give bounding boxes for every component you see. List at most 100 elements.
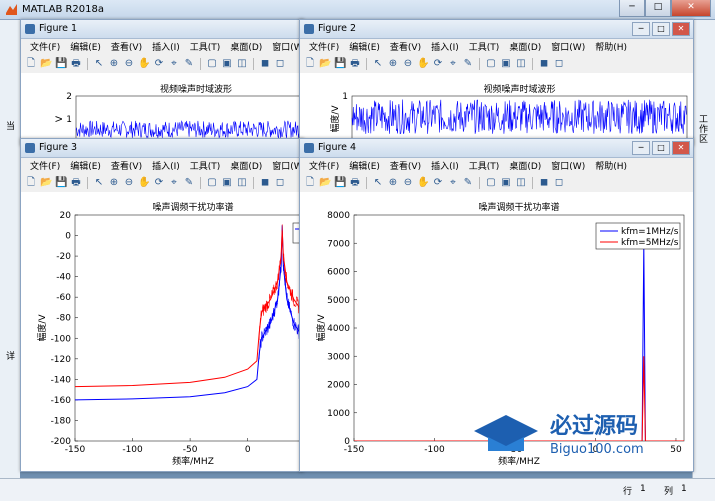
- zoom-in-icon[interactable]: ⊕: [108, 58, 120, 70]
- pan-icon[interactable]: ✋: [417, 58, 429, 70]
- menu-item[interactable]: 查看(V): [106, 40, 147, 53]
- figure-window-3[interactable]: Figure 3 文件(F) 编辑(E) 查看(V) 插入(I) 工具(T) 桌面(D) 窗…: [20, 138, 304, 472]
- zoom-out-icon[interactable]: ⊖: [402, 177, 414, 189]
- menu-item[interactable]: 编辑(E): [344, 40, 385, 53]
- save-icon[interactable]: 💾: [334, 177, 346, 189]
- hide-tools-icon[interactable]: ◼: [538, 58, 550, 70]
- show-tools-icon[interactable]: ◻: [274, 177, 286, 189]
- minimize-button[interactable]: ─: [632, 22, 650, 36]
- menu-item[interactable]: 编辑(E): [65, 159, 106, 172]
- close-button[interactable]: ✕: [672, 141, 690, 155]
- print-icon[interactable]: 🖶: [349, 177, 361, 189]
- rotate-icon[interactable]: ⟳: [432, 177, 444, 189]
- menu-item[interactable]: 插入(I): [147, 40, 185, 53]
- menu-item[interactable]: 插入(I): [426, 159, 464, 172]
- print-icon[interactable]: 🖶: [70, 58, 82, 70]
- zoom-in-icon[interactable]: ⊕: [387, 58, 399, 70]
- menu-item[interactable]: 插入(I): [426, 40, 464, 53]
- pan-icon[interactable]: ✋: [138, 177, 150, 189]
- menu-item[interactable]: 窗口(W): [546, 159, 590, 172]
- menu-item[interactable]: 工具(T): [185, 40, 226, 53]
- link-icon[interactable]: ▢: [206, 58, 218, 70]
- new-file-icon[interactable]: 🗋: [25, 58, 37, 70]
- menu-item[interactable]: 查看(V): [106, 159, 147, 172]
- hide-tools-icon[interactable]: ◼: [259, 177, 271, 189]
- new-file-icon[interactable]: 🗋: [304, 58, 316, 70]
- figure-window-1[interactable]: Figure 1 文件(F) 编辑(E) 查看(V) 插入(I) 工具(T) 桌面(D) 窗…: [20, 19, 304, 146]
- zoom-out-icon[interactable]: ⊖: [402, 58, 414, 70]
- maximize-button[interactable]: □: [652, 141, 670, 155]
- pointer-icon[interactable]: ↖: [372, 58, 384, 70]
- pan-icon[interactable]: ✋: [417, 177, 429, 189]
- save-icon[interactable]: 💾: [55, 58, 67, 70]
- brush-icon[interactable]: ✎: [462, 177, 474, 189]
- legend-icon[interactable]: ◫: [236, 58, 248, 70]
- open-folder-icon[interactable]: 📂: [40, 58, 52, 70]
- colorbar-icon[interactable]: ▣: [221, 177, 233, 189]
- menu-item[interactable]: 文件(F): [25, 40, 65, 53]
- link-icon[interactable]: ▢: [485, 177, 497, 189]
- open-folder-icon[interactable]: 📂: [40, 177, 52, 189]
- data-cursor-icon[interactable]: ⌖: [168, 58, 180, 70]
- data-cursor-icon[interactable]: ⌖: [447, 58, 459, 70]
- menu-item[interactable]: 工具(T): [464, 159, 505, 172]
- colorbar-icon[interactable]: ▣: [221, 58, 233, 70]
- colorbar-icon[interactable]: ▣: [500, 58, 512, 70]
- link-icon[interactable]: ▢: [485, 58, 497, 70]
- zoom-out-icon[interactable]: ⊖: [123, 58, 135, 70]
- link-icon[interactable]: ▢: [206, 177, 218, 189]
- new-file-icon[interactable]: 🗋: [304, 177, 316, 189]
- pointer-icon[interactable]: ↖: [93, 58, 105, 70]
- zoom-in-icon[interactable]: ⊕: [387, 177, 399, 189]
- pan-icon[interactable]: ✋: [138, 58, 150, 70]
- save-icon[interactable]: 💾: [334, 58, 346, 70]
- menu-item[interactable]: 编辑(E): [344, 159, 385, 172]
- rotate-icon[interactable]: ⟳: [432, 58, 444, 70]
- menu-item[interactable]: 桌面(D): [225, 40, 267, 53]
- menu-item[interactable]: 编辑(E): [65, 40, 106, 53]
- hide-tools-icon[interactable]: ◼: [259, 58, 271, 70]
- menu-item[interactable]: 桌面(D): [504, 40, 546, 53]
- show-tools-icon[interactable]: ◻: [274, 58, 286, 70]
- figure-window-2[interactable]: Figure 2 ─ □ ✕ 文件(F) 编辑(E) 查看(V) 插入(I) 工具(T) 桌面…: [299, 19, 694, 146]
- close-button[interactable]: ✕: [672, 22, 690, 36]
- menu-item[interactable]: 文件(F): [304, 40, 344, 53]
- zoom-in-icon[interactable]: ⊕: [108, 177, 120, 189]
- menu-item[interactable]: 工具(T): [185, 159, 226, 172]
- menu-item[interactable]: 桌面(D): [504, 159, 546, 172]
- zoom-out-icon[interactable]: ⊖: [123, 177, 135, 189]
- maximize-button[interactable]: □: [645, 0, 671, 17]
- rotate-icon[interactable]: ⟳: [153, 58, 165, 70]
- menu-item[interactable]: 文件(F): [25, 159, 65, 172]
- hide-tools-icon[interactable]: ◼: [538, 177, 550, 189]
- save-icon[interactable]: 💾: [55, 177, 67, 189]
- menu-item[interactable]: 帮助(H): [590, 159, 632, 172]
- show-tools-icon[interactable]: ◻: [553, 177, 565, 189]
- legend-icon[interactable]: ◫: [236, 177, 248, 189]
- brush-icon[interactable]: ✎: [183, 58, 195, 70]
- data-cursor-icon[interactable]: ⌖: [447, 177, 459, 189]
- colorbar-icon[interactable]: ▣: [500, 177, 512, 189]
- print-icon[interactable]: 🖶: [349, 58, 361, 70]
- menu-item[interactable]: 文件(F): [304, 159, 344, 172]
- legend-icon[interactable]: ◫: [515, 177, 527, 189]
- menu-item[interactable]: 查看(V): [385, 159, 426, 172]
- menu-item[interactable]: 桌面(D): [225, 159, 267, 172]
- new-file-icon[interactable]: 🗋: [25, 177, 37, 189]
- pointer-icon[interactable]: ↖: [93, 177, 105, 189]
- menu-item[interactable]: 工具(T): [464, 40, 505, 53]
- legend-icon[interactable]: ◫: [515, 58, 527, 70]
- pointer-icon[interactable]: ↖: [372, 177, 384, 189]
- minimize-button[interactable]: ─: [619, 0, 645, 17]
- brush-icon[interactable]: ✎: [183, 177, 195, 189]
- close-button[interactable]: ✕: [671, 0, 711, 17]
- menu-item[interactable]: 窗口(W): [546, 40, 590, 53]
- workspace-panel-tab[interactable]: 工作区: [692, 19, 715, 478]
- show-tools-icon[interactable]: ◻: [553, 58, 565, 70]
- open-folder-icon[interactable]: 📂: [319, 177, 331, 189]
- menu-item[interactable]: 查看(V): [385, 40, 426, 53]
- print-icon[interactable]: 🖶: [70, 177, 82, 189]
- menu-item[interactable]: 插入(I): [147, 159, 185, 172]
- brush-icon[interactable]: ✎: [462, 58, 474, 70]
- minimize-button[interactable]: ─: [632, 141, 650, 155]
